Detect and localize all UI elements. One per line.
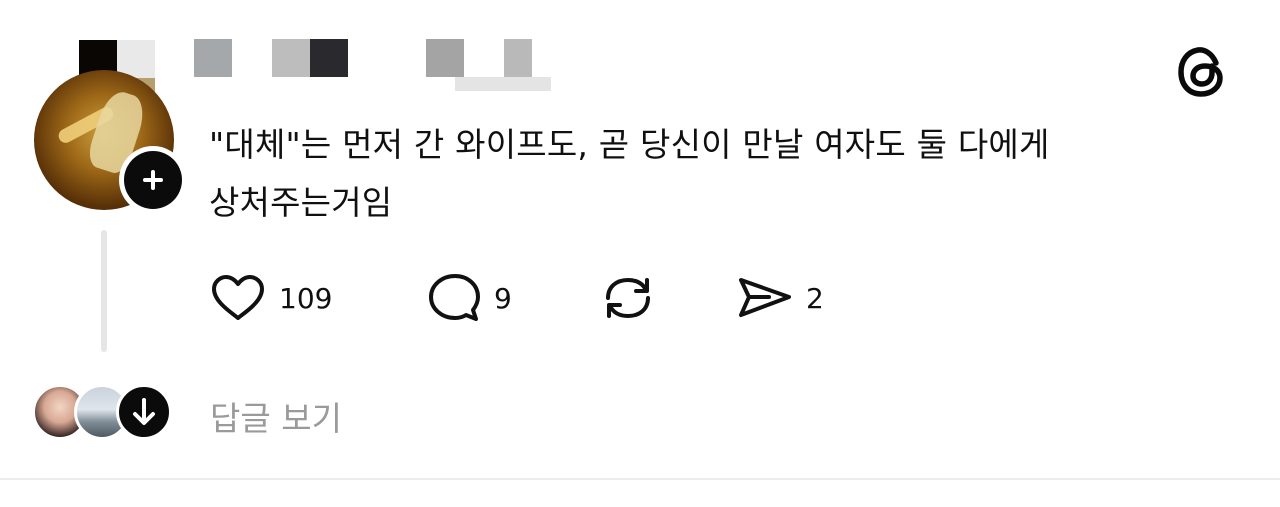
expand-replies-button[interactable] bbox=[116, 384, 172, 440]
share-count: 2 bbox=[806, 281, 824, 315]
post-body: "대체"는 먼저 간 와이프도, 곧 당신이 만날 여자도 둘 다에게 상처주는… bbox=[209, 116, 1249, 232]
heart-icon bbox=[212, 275, 264, 320]
repost-icon bbox=[606, 277, 650, 319]
thread-connector-line bbox=[101, 230, 107, 352]
like-count: 109 bbox=[279, 281, 333, 315]
comment-icon bbox=[429, 274, 480, 321]
like-button[interactable]: 109 bbox=[209, 270, 332, 326]
threads-logo-icon[interactable] bbox=[1176, 44, 1228, 100]
thread-post: "대체"는 먼저 간 와이프도, 곧 당신이 만날 여자도 둘 다에게 상처주는… bbox=[0, 0, 1280, 507]
comment-count: 9 bbox=[494, 281, 512, 315]
comment-button[interactable]: 9 bbox=[426, 270, 512, 326]
send-button[interactable]: 2 bbox=[736, 270, 824, 326]
post-text-line-1: "대체"는 먼저 간 와이프도, 곧 당신이 만날 여자도 둘 다에게 bbox=[209, 125, 1050, 164]
arrow-down-icon bbox=[133, 398, 155, 425]
post-divider bbox=[0, 478, 1280, 480]
post-text-line-2: 상처주는거임 bbox=[209, 183, 393, 222]
repost-button[interactable] bbox=[599, 270, 657, 326]
send-icon bbox=[739, 278, 791, 317]
plus-icon bbox=[124, 151, 182, 209]
follow-button[interactable] bbox=[119, 146, 187, 214]
view-replies-link[interactable]: 답글 보기 bbox=[210, 392, 342, 440]
